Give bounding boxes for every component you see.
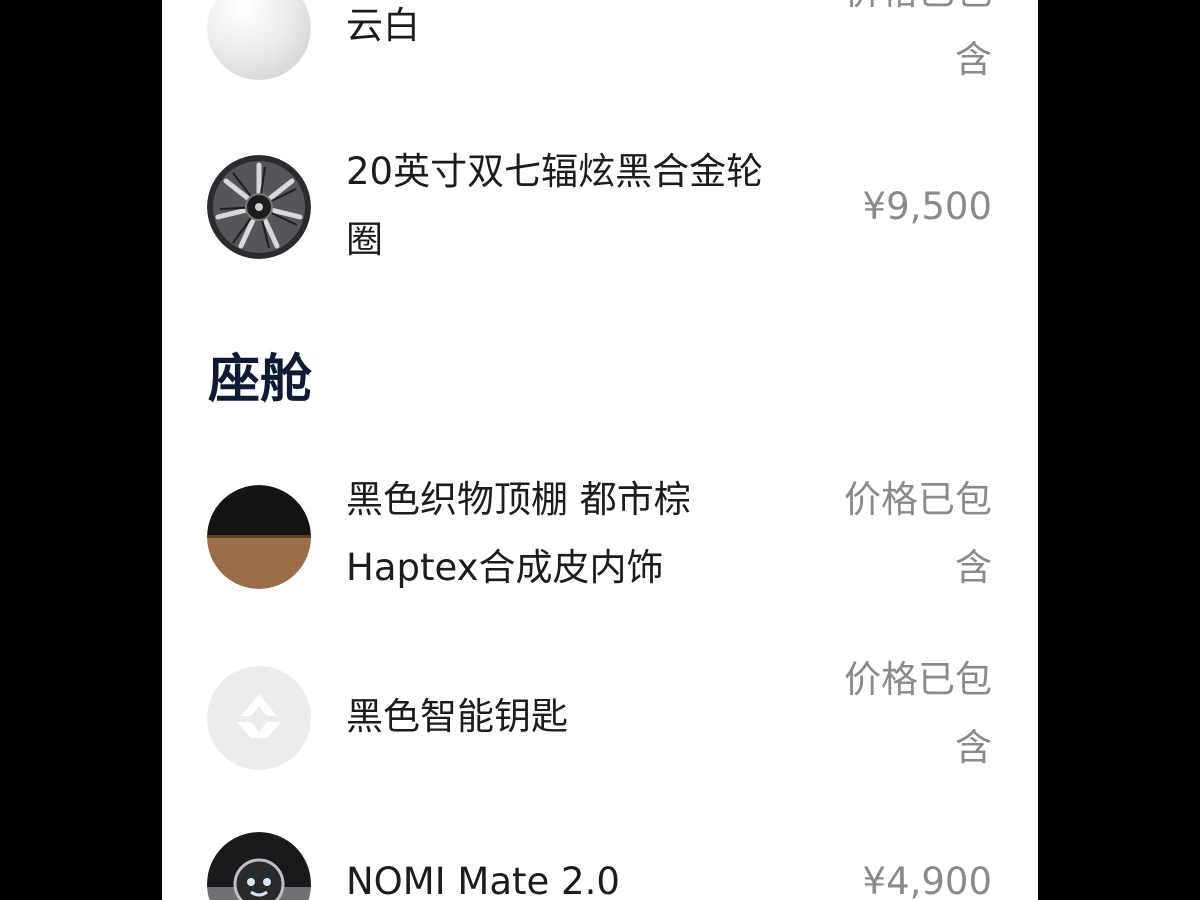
options-list-panel: 云白 价格已包含 [162, 0, 1038, 900]
option-price: 价格已包含 [844, 0, 992, 81]
option-price: 价格已包含 [844, 658, 992, 769]
option-price: ¥4,900 [862, 860, 992, 900]
interior-trim-swatch-icon [207, 485, 311, 589]
option-name: 20英寸双七辐炫黑合金轮圈 [346, 150, 764, 261]
option-price: 价格已包含 [844, 478, 992, 589]
option-price: ¥9,500 [862, 185, 992, 228]
alloy-wheel-icon [207, 155, 311, 259]
nio-logo-key-icon [207, 666, 311, 770]
nomi-robot-icon [207, 832, 311, 900]
option-name: 云白 [346, 4, 420, 47]
option-name: 黑色智能钥匙 [346, 695, 568, 738]
section-title-cabin: 座舱 [208, 350, 313, 410]
option-name: NOMI Mate 2.0 [346, 860, 620, 900]
white-paint-swatch-icon [207, 0, 311, 80]
option-name: 黑色织物顶棚 都市棕Haptex合成皮内饰 [346, 478, 691, 589]
